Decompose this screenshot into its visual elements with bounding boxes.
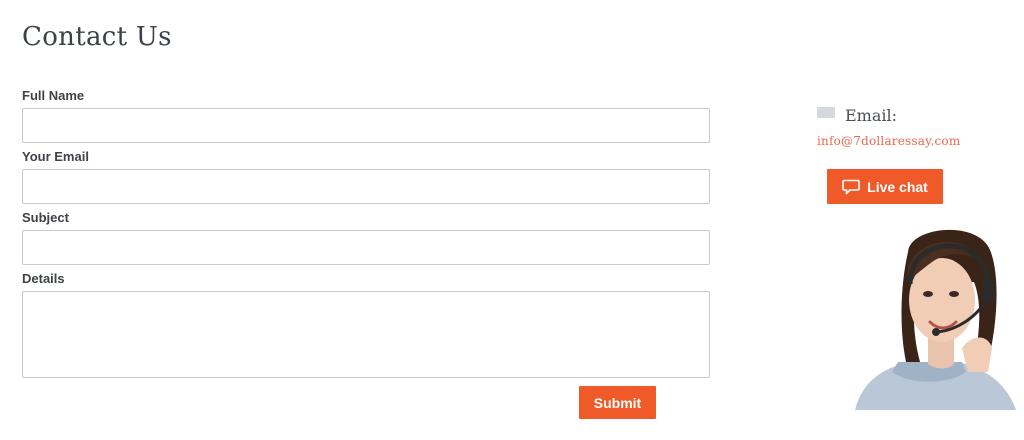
- subject-input[interactable]: [22, 230, 710, 265]
- details-label: Details: [22, 271, 65, 286]
- contact-form: Full Name Your Email Subject Details: [22, 88, 710, 378]
- contact-page: Contact Us Full Name Your Email Subject …: [0, 0, 1024, 440]
- live-chat-label: Live chat: [867, 178, 928, 195]
- contact-info: Email: info@7dollaressay.com: [817, 100, 1017, 148]
- envelope-icon: [817, 106, 835, 118]
- email-heading: Email:: [845, 105, 898, 125]
- submit-button[interactable]: Submit: [579, 386, 656, 419]
- email-label: Your Email: [22, 149, 89, 164]
- page-title: Contact Us: [22, 22, 172, 52]
- email-address-link[interactable]: info@7dollaressay.com: [817, 134, 1017, 148]
- full-name-label: Full Name: [22, 88, 85, 103]
- email-row: Email:: [817, 100, 1017, 130]
- support-agent-illustration: [855, 229, 1016, 410]
- chat-bubble-icon: [842, 179, 860, 194]
- live-chat-button[interactable]: Live chat: [827, 169, 943, 204]
- email-input[interactable]: [22, 169, 710, 204]
- full-name-input[interactable]: [22, 108, 710, 143]
- details-textarea[interactable]: [22, 291, 710, 378]
- subject-label: Subject: [22, 210, 69, 225]
